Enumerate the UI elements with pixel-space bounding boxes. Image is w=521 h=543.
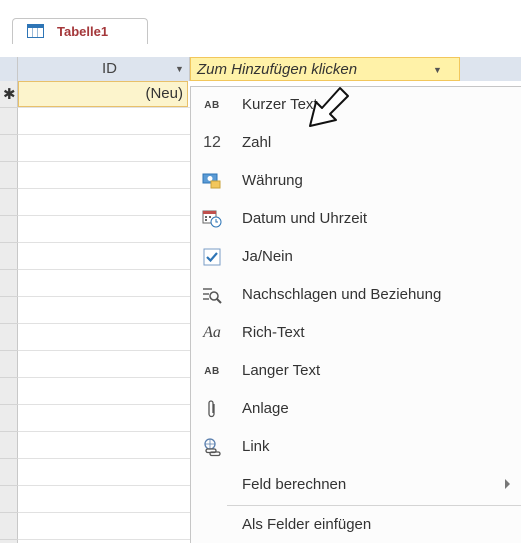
short-text-icon: AB xyxy=(202,95,222,115)
currency-icon xyxy=(202,171,222,191)
menu-item-label: Feld berechnen xyxy=(242,476,347,493)
menu-item-label: Ja/Nein xyxy=(242,248,293,265)
menu-item-label: Zahl xyxy=(242,134,272,151)
menu-item-yes-no[interactable]: Ja/Nein xyxy=(191,239,521,275)
menu-item-label: Langer Text xyxy=(242,362,321,379)
column-header-add-field[interactable]: Zum Hinzufügen klicken ▼ xyxy=(190,57,460,81)
menu-item-label: Anlage xyxy=(242,400,289,417)
new-record-id-cell[interactable]: (Neu) xyxy=(18,81,188,107)
table-icon xyxy=(27,24,44,38)
menu-item-label: Als Felder einfügen xyxy=(242,516,372,533)
long-text-icon: AB xyxy=(202,361,222,381)
column-header-id[interactable]: ID ▼ xyxy=(18,57,190,81)
link-icon xyxy=(202,437,222,457)
menu-item-paste-as-fields[interactable]: Als Felder einfügen xyxy=(191,507,521,543)
long-text-icon-glyph: AB xyxy=(204,365,220,377)
menu-item-label: Link xyxy=(242,438,270,455)
checkbox-icon xyxy=(202,247,222,267)
field-type-menu: AB Kurzer Text 12 Zahl Währung Datum und… xyxy=(190,86,521,543)
mouse-cursor-icon xyxy=(309,87,349,127)
new-record-value: (Neu) xyxy=(145,85,183,102)
menu-item-lookup[interactable]: Nachschlagen und Beziehung xyxy=(191,277,521,313)
menu-separator xyxy=(227,505,521,506)
lookup-icon xyxy=(202,285,222,305)
header-filler xyxy=(460,57,521,81)
column-header-add-field-label: Zum Hinzufügen klicken xyxy=(197,61,358,78)
menu-item-label: Rich-Text xyxy=(242,324,305,341)
short-text-icon-glyph: AB xyxy=(204,99,220,111)
number-icon-glyph: 12 xyxy=(203,134,221,151)
chevron-down-icon[interactable]: ▼ xyxy=(175,64,184,74)
tab-label: Tabelle1 xyxy=(57,24,109,39)
menu-item-attachment[interactable]: Anlage xyxy=(191,391,521,427)
menu-item-currency[interactable]: Währung xyxy=(191,163,521,199)
menu-item-long-text[interactable]: AB Langer Text xyxy=(191,353,521,389)
select-all-cell[interactable] xyxy=(0,57,18,81)
menu-item-date-time[interactable]: Datum und Uhrzeit xyxy=(191,201,521,237)
menu-item-number[interactable]: 12 Zahl xyxy=(191,125,521,161)
menu-item-calculated-field[interactable]: Feld berechnen xyxy=(191,467,521,503)
rich-text-icon-glyph: Aa xyxy=(203,324,221,341)
tab-tabelle1[interactable]: Tabelle1 xyxy=(12,18,148,44)
datasheet-rows xyxy=(18,81,190,543)
menu-item-label: Nachschlagen und Beziehung xyxy=(242,286,442,303)
menu-item-label: Datum und Uhrzeit xyxy=(242,210,368,227)
menu-item-link[interactable]: Link xyxy=(191,429,521,465)
paperclip-icon xyxy=(202,399,222,419)
tab-strip: Tabelle1 xyxy=(0,0,521,44)
menu-item-rich-text[interactable]: Aa Rich-Text xyxy=(191,315,521,351)
rich-text-icon: Aa xyxy=(202,323,222,343)
column-header-id-label: ID xyxy=(102,60,117,77)
new-record-icon: ✱ xyxy=(3,86,16,103)
menu-item-short-text[interactable]: AB Kurzer Text xyxy=(191,87,521,123)
column-header-row: ID ▼ Zum Hinzufügen klicken ▼ xyxy=(0,57,521,81)
menu-item-label: Währung xyxy=(242,172,303,189)
number-icon: 12 xyxy=(202,133,222,153)
chevron-down-icon[interactable]: ▼ xyxy=(433,65,442,75)
chevron-right-icon xyxy=(505,479,510,489)
calendar-clock-icon xyxy=(202,209,222,229)
record-selector-rows xyxy=(0,81,18,543)
